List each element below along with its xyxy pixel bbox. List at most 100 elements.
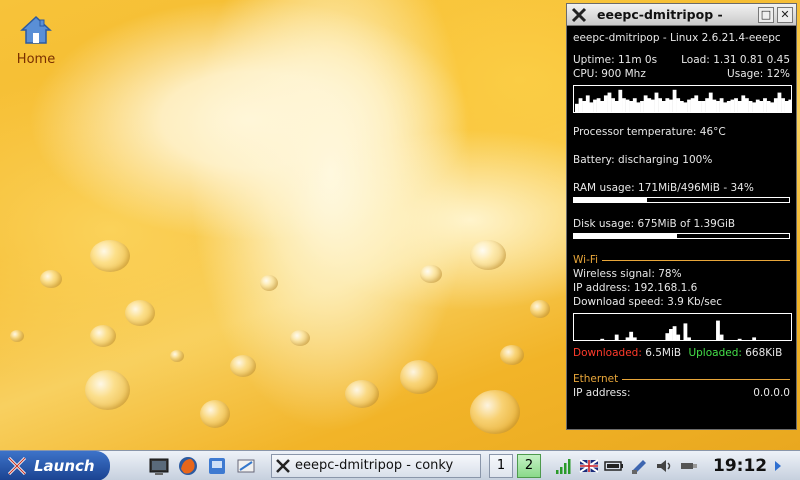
cpu-graph-bar <box>654 92 659 112</box>
eth-ip-value: 0.0.0.0 <box>753 387 790 399</box>
cpu-graph-bar <box>748 101 753 112</box>
cpu-graph-bar <box>723 102 728 112</box>
wifi-title: Wi-Fi <box>573 254 599 266</box>
cpu-graph-bar <box>712 99 717 112</box>
cpu-graph-bar <box>603 95 608 112</box>
cpu-graph-bar <box>629 101 634 112</box>
cpu-graph <box>573 85 792 113</box>
cpu-graph-bar <box>607 92 612 112</box>
network-graph-bar <box>629 331 634 340</box>
firefox-icon[interactable] <box>177 455 199 477</box>
keyboard-layout-icon[interactable] <box>579 456 599 476</box>
taskbar-task-conky[interactable]: eeepc-dmitripop - conky <box>271 453 481 478</box>
cpu-graph-bar <box>679 101 684 112</box>
cpu-graph-bar <box>589 102 594 112</box>
cpu-graph-bar <box>697 101 702 112</box>
window-titlebar[interactable]: eeepc-dmitripop - □ ✕ <box>567 4 796 26</box>
cpu-graph-bar <box>763 98 767 112</box>
cpu-graph-bar <box>716 101 720 112</box>
pager-desktop-1[interactable]: 1 <box>489 453 513 478</box>
cpu-graph-bar <box>596 98 601 112</box>
cpu-graph-bar <box>726 101 731 112</box>
cpu-graph-bar <box>640 101 644 112</box>
cpu-graph-bar <box>622 98 626 112</box>
network-graph-bar <box>618 340 622 341</box>
download-speed-value: 3.9 Kb/sec <box>667 296 722 308</box>
cpu-graph-bar <box>701 101 706 112</box>
pager-desktop-2[interactable]: 2 <box>517 453 541 478</box>
scroll-right-icon[interactable] <box>773 459 783 473</box>
x-logo-icon[interactable] <box>571 7 587 23</box>
cpu-graph-bar <box>777 92 782 112</box>
ram-label: RAM usage: <box>573 182 635 194</box>
usage-label: Usage: <box>727 68 764 80</box>
desktop-icon-home[interactable]: Home <box>12 14 60 67</box>
close-button[interactable]: ✕ <box>777 6 793 23</box>
wifi-signal-icon[interactable] <box>554 456 574 476</box>
home-icon <box>20 15 52 44</box>
network-graph-bar <box>636 340 640 341</box>
file-manager-icon[interactable] <box>206 455 228 477</box>
cpu-graph-bar <box>752 102 757 112</box>
usb-icon[interactable] <box>679 456 699 476</box>
network-icon[interactable] <box>629 456 649 476</box>
load-label: Load: <box>681 54 710 66</box>
eth-ip-label: IP address: <box>573 387 631 399</box>
cpu-graph-bar <box>600 101 605 112</box>
uploaded-label: Uploaded: <box>688 347 742 359</box>
ram-bar <box>573 197 790 203</box>
cpu-graph-bar <box>694 95 699 112</box>
network-graph-bar <box>586 340 590 341</box>
ip-value: 192.168.1.6 <box>633 282 698 294</box>
cpu-graph-bar <box>784 101 789 112</box>
network-graph-bar <box>611 340 615 341</box>
download-speed-label: Download speed: <box>573 296 664 308</box>
wireless-value: 78% <box>658 268 682 280</box>
uploaded-value: 668KiB <box>745 347 783 359</box>
temp-label: Processor temperature: <box>573 126 697 138</box>
window-title: eeepc-dmitripop - <box>597 7 723 22</box>
network-graph-bar <box>737 338 742 340</box>
cpu-graph-bar <box>773 98 778 112</box>
cpu-graph-bar <box>647 98 652 112</box>
network-graph-bar <box>665 333 670 340</box>
cpu-graph-bar <box>672 89 677 112</box>
network-graph-bar <box>716 320 720 340</box>
cpu-graph-bar <box>665 98 670 112</box>
network-graph-bar <box>687 337 691 340</box>
volume-icon[interactable] <box>654 456 674 476</box>
cpu-graph-bar <box>614 101 619 112</box>
uptime-value: 11m 0s <box>617 54 658 66</box>
cpu-graph-bar <box>734 98 738 112</box>
cpu-graph-bar <box>611 98 615 112</box>
cpu-graph-bar <box>759 101 764 112</box>
battery-icon[interactable] <box>604 456 624 476</box>
cpu-graph-bar <box>585 95 590 112</box>
network-graph-bar <box>770 340 774 341</box>
disk-value: 675MiB of 1.39GiB <box>637 218 736 230</box>
ethernet-section-title: Ethernet <box>573 372 790 386</box>
launch-label: Launch <box>34 456 95 475</box>
downloaded-value: 6.5MiB <box>645 347 682 359</box>
launch-button[interactable]: Launch <box>0 450 110 480</box>
ethernet-title: Ethernet <box>573 373 619 385</box>
cpu-graph-bar <box>625 99 630 112</box>
disk-bar <box>573 233 790 239</box>
cpu-graph-bar <box>788 99 791 112</box>
cpu-graph-bar <box>766 101 771 112</box>
cpu-graph-bar <box>661 101 666 112</box>
network-graph-bar <box>723 340 727 341</box>
cpu-graph-bar <box>741 95 746 112</box>
clock[interactable]: 19:12 <box>713 456 771 476</box>
downloaded-label: Downloaded: <box>573 347 642 359</box>
settings-icon[interactable] <box>235 455 257 477</box>
network-graph-bar <box>672 326 677 340</box>
task-label: eeepc-dmitripop - conky <box>295 458 454 473</box>
maximize-button[interactable]: □ <box>758 6 774 23</box>
wireless-label: Wireless signal: <box>573 268 655 280</box>
cpu-graph-bar <box>690 98 695 112</box>
uptime-label: Uptime: <box>573 54 615 66</box>
terminal-icon[interactable] <box>148 455 170 477</box>
launch-logo-icon <box>7 456 27 475</box>
cpu-graph-bar <box>719 98 724 112</box>
